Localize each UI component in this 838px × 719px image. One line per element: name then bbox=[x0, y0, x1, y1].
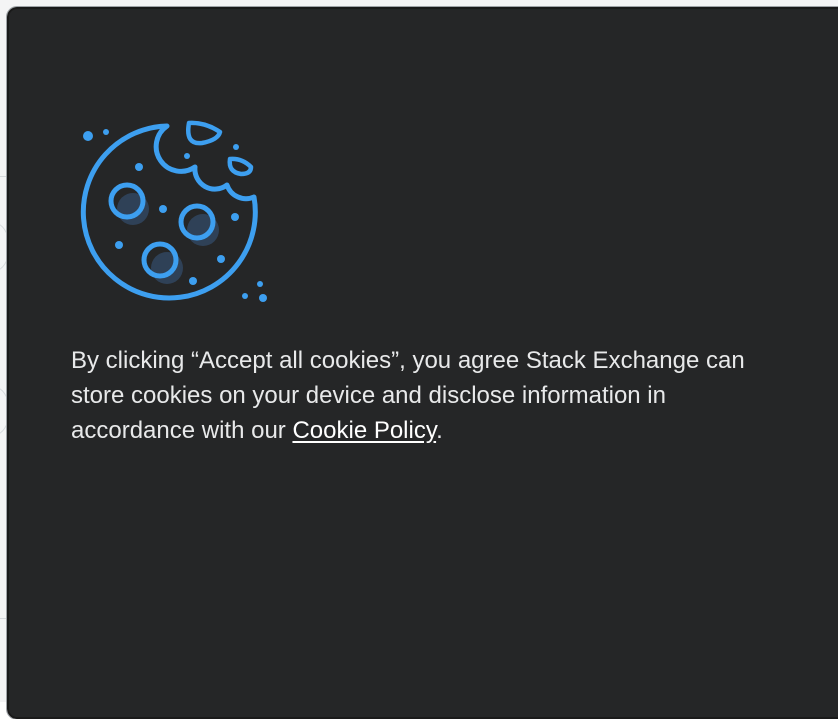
cookie-consent-dialog: By clicking “Accept all cookies”, you ag… bbox=[6, 6, 838, 719]
cookie-consent-message: By clicking “Accept all cookies”, you ag… bbox=[71, 343, 791, 448]
cookie-policy-link[interactable]: Cookie Policy bbox=[292, 417, 436, 444]
cookie-message-end: . bbox=[436, 417, 443, 444]
cookie-icon bbox=[80, 120, 267, 302]
